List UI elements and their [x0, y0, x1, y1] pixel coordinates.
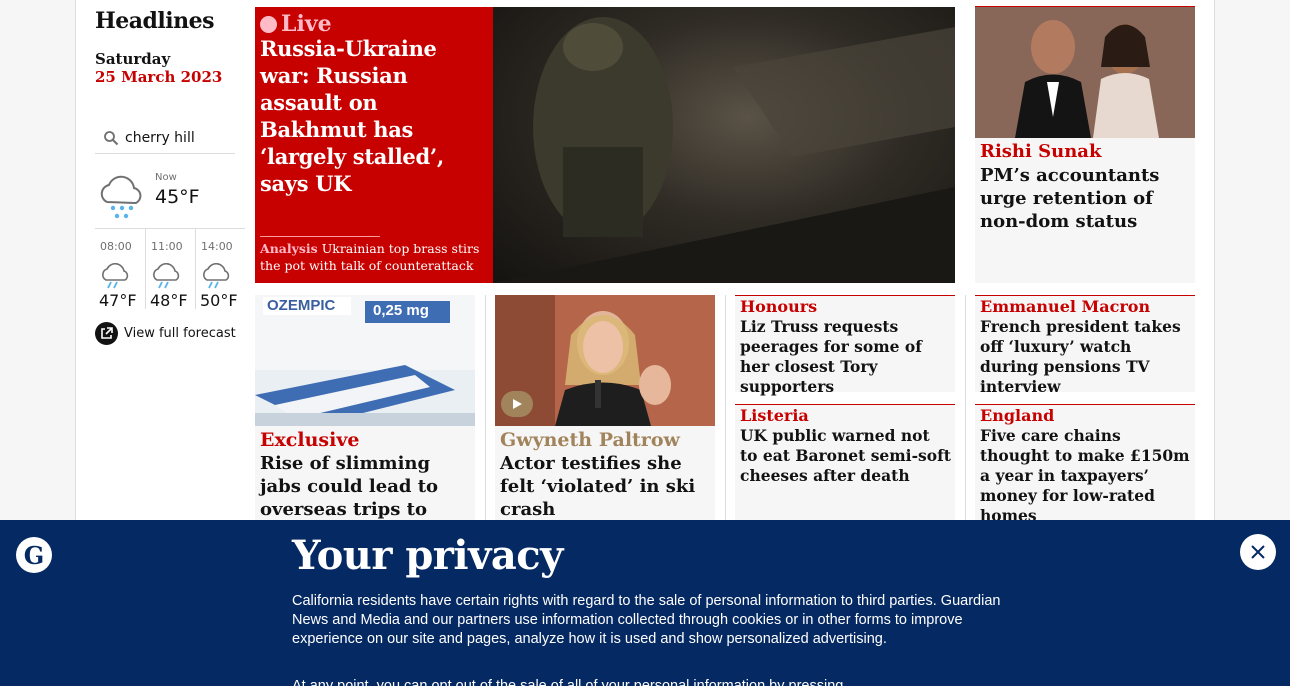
now-label: Now — [155, 172, 177, 183]
hour-slot: 14:00 50°F — [194, 229, 245, 310]
hour-time: 14:00 — [200, 240, 233, 253]
ozempic-photo: OZEMPIC 0,25 mg — [255, 295, 475, 426]
story-kicker: Emmanuel Macron — [980, 297, 1151, 316]
privacy-text: California residents have certain rights… — [292, 593, 1001, 647]
soldier-photo-illustration — [493, 17, 955, 283]
ozempic-box-dose: 0,25 mg — [373, 302, 429, 319]
sunak-story-card[interactable]: Rishi Sunak PM’s accountants urge retent… — [975, 6, 1195, 283]
story-headline[interactable]: Liz Truss requests peerages for some of … — [740, 317, 952, 397]
rain-cloud-icon — [100, 175, 142, 219]
story-headline[interactable]: UK public warned not to eat Baronet semi… — [740, 426, 952, 486]
showers-icon — [153, 263, 180, 289]
sublink[interactable]: Analysis Ukrainian top brass stirs the p… — [260, 240, 488, 274]
location-search[interactable]: cherry hill — [95, 122, 235, 154]
paltrow-photo — [495, 295, 715, 426]
story-headline[interactable]: PM’s accountants urge retention of non-d… — [980, 164, 1192, 233]
hourly-forecast: 08:00 47°F 11:00 48°F 14:00 50°F — [95, 228, 245, 310]
weather-now: Now 45°F — [95, 164, 235, 224]
hour-temp: 47°F — [99, 291, 137, 310]
showers-icon — [203, 263, 230, 289]
lead-photo — [493, 7, 955, 283]
lead-story-card[interactable]: Live Russia-Ukraine war: Russian assault… — [255, 7, 955, 283]
story-headline[interactable]: French president takes off ‘luxury’ watc… — [980, 317, 1192, 397]
hour-time: 08:00 — [100, 240, 132, 253]
section-title: Headlines — [95, 8, 215, 34]
honours-story-card[interactable]: Honours Liz Truss requests peerages for … — [735, 295, 955, 396]
story-kicker: Honours — [740, 297, 818, 316]
privacy-banner: G Your privacy California residents have… — [0, 520, 1290, 686]
location-value: cherry hill — [125, 129, 195, 146]
story-kicker: Listeria — [740, 406, 809, 425]
story-kicker: Gwyneth Paltrow — [500, 429, 680, 451]
hour-slot: 11:00 48°F — [144, 229, 195, 310]
story-headline[interactable]: Actor testifies she felt ‘violated’ in s… — [500, 452, 712, 521]
privacy-text-continued: At any point, you can opt out of the sal… — [292, 678, 844, 686]
ozempic-story-card[interactable]: OZEMPIC 0,25 mg Exclusive Rise of slimmi… — [255, 295, 475, 543]
forecast-link-label: View full forecast — [124, 326, 236, 341]
search-icon — [104, 130, 119, 145]
close-icon — [1251, 545, 1265, 559]
ozempic-box-brand: OZEMPIC — [267, 297, 336, 314]
guardian-logo-icon: G — [16, 537, 52, 573]
sublink-kicker: Analysis — [260, 241, 318, 256]
play-video-icon[interactable] — [501, 391, 533, 417]
story-kicker: England — [980, 406, 1055, 425]
divider — [725, 295, 726, 525]
story-kicker: Rishi Sunak — [980, 141, 1102, 162]
hour-slot: 08:00 47°F — [95, 229, 145, 310]
now-temp: 45°F — [155, 186, 200, 208]
story-kicker: Exclusive — [260, 429, 360, 451]
lead-headline[interactable]: Russia-Ukraine war: Russian assault on B… — [260, 35, 488, 197]
sunak-photo — [975, 7, 1195, 138]
privacy-title: Your privacy — [292, 532, 563, 579]
divider — [965, 295, 966, 525]
external-link-icon — [95, 322, 118, 345]
date-label: 25 March 2023 — [95, 68, 223, 86]
england-story-card[interactable]: England Five care chains thought to make… — [975, 404, 1195, 526]
paltrow-story-card[interactable]: Gwyneth Paltrow Actor testifies she felt… — [495, 295, 715, 525]
left-column: Headlines Saturday 25 March 2023 cherry … — [95, 8, 245, 345]
hour-time: 11:00 — [150, 240, 183, 253]
view-forecast-link[interactable]: View full forecast — [95, 322, 236, 345]
macron-story-card[interactable]: Emmanuel Macron French president takes o… — [975, 295, 1195, 396]
showers-icon — [102, 263, 129, 289]
live-label: Live — [281, 11, 332, 37]
divider — [260, 236, 380, 237]
story-headline[interactable]: Five care chains thought to make £150m a… — [980, 426, 1192, 526]
live-indicator: Live — [260, 11, 332, 37]
hour-temp: 50°F — [199, 291, 238, 310]
listeria-story-card[interactable]: Listeria UK public warned not to eat Bar… — [735, 404, 955, 524]
live-dot-icon — [260, 15, 277, 33]
close-banner-button[interactable] — [1240, 534, 1276, 570]
day-label: Saturday — [95, 50, 171, 68]
divider — [485, 295, 486, 525]
hour-temp: 48°F — [149, 291, 188, 310]
